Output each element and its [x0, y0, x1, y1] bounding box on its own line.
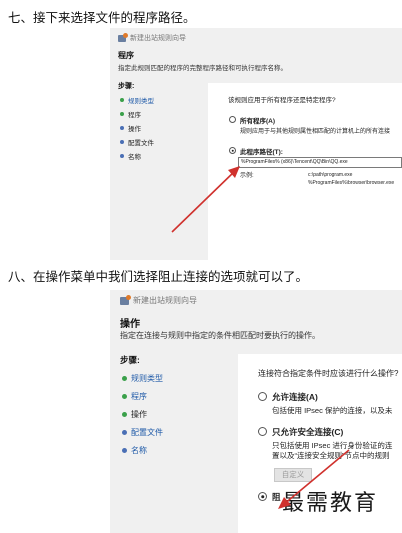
program-content-pane: 该规则应用于所有程序还是特定程序? 所有程序(A) 规则应用于与其他规则属性相匹… — [208, 83, 402, 260]
step-rule-type[interactable]: 规则类型 — [122, 373, 163, 384]
firewall-wizard-icon — [120, 294, 131, 305]
wizard-title: 新建出站规则向导 — [133, 296, 197, 305]
step-pending-icon — [120, 154, 124, 158]
program-path-input[interactable]: %ProgramFiles% (x86)\Tencent\QQ\Bin\QQ.e… — [238, 157, 402, 168]
step-name[interactable]: 名称 — [120, 151, 141, 161]
step-complete-icon — [120, 98, 124, 102]
page-title: 操作 — [120, 319, 140, 330]
step-rule-type[interactable]: 规则类型 — [120, 95, 154, 105]
step7-heading: 七、接下来选择文件的程序路径。 — [8, 11, 196, 25]
step-label: 程序 — [131, 392, 147, 401]
allow-secure-label[interactable]: 只允许安全连接(C) — [272, 426, 343, 438]
program-question: 该规则应用于所有程序还是特定程序? — [228, 97, 336, 104]
customize-button[interactable]: 自定义 — [274, 468, 312, 482]
step-label: 程序 — [128, 112, 141, 119]
allow-secure-radio[interactable] — [258, 427, 267, 436]
this-program-radio[interactable] — [229, 147, 236, 154]
step-current-icon — [120, 112, 124, 116]
step-pending-icon — [122, 448, 127, 453]
step-current-icon — [122, 412, 127, 417]
allow-connection-label[interactable]: 允许连接(A) — [272, 391, 318, 403]
page-description: 指定此规则匹配的程序的完整程序路径和可执行程序名称。 — [118, 65, 287, 72]
step-profile[interactable]: 配置文件 — [122, 427, 163, 438]
example-path: c:\path\program.exe — [308, 172, 353, 178]
firewall-wizard-icon — [118, 32, 128, 42]
step-action[interactable]: 操作 — [120, 123, 141, 133]
step-profile[interactable]: 配置文件 — [120, 137, 154, 147]
step-complete-icon — [122, 376, 127, 381]
this-program-label[interactable]: 此程序路径(T): — [240, 146, 283, 156]
step-label: 操作 — [128, 126, 141, 133]
block-connection-radio[interactable] — [258, 492, 267, 501]
wizard-title-bar: 新建出站规则向导 — [120, 294, 197, 306]
step-name[interactable]: 名称 — [122, 445, 147, 456]
step-pending-icon — [122, 430, 127, 435]
step-label: 名称 — [128, 154, 141, 161]
wizard-title-bar: 新建出站规则向导 — [118, 32, 186, 43]
step-label: 操作 — [131, 410, 147, 419]
example-path: %ProgramFiles%\browser\browser.exe — [308, 180, 395, 186]
step-program[interactable]: 程序 — [120, 109, 141, 119]
page-title: 程序 — [118, 51, 134, 60]
step-action[interactable]: 操作 — [122, 409, 147, 420]
step-label: 配置文件 — [128, 140, 154, 147]
step-complete-icon — [122, 394, 127, 399]
allow-connection-radio[interactable] — [258, 392, 267, 401]
all-programs-label[interactable]: 所有程序(A) — [240, 115, 275, 125]
page-description: 指定在连接与规则中指定的条件相匹配时要执行的操作。 — [120, 331, 320, 340]
allow-connection-description: 包括使用 IPsec 保护的连接，以及未 — [272, 406, 393, 415]
steps-label: 步骤: — [120, 355, 140, 365]
action-question: 连接符合指定条件时应该进行什么操作? — [258, 369, 399, 378]
step-label: 配置文件 — [131, 428, 163, 437]
step-pending-icon — [120, 140, 124, 144]
step-label: 规则类型 — [131, 374, 163, 383]
watermark: 最需教育 — [282, 491, 379, 516]
all-programs-description: 规则应用于与其他规则属性相匹配的计算机上的所有连接 — [240, 129, 391, 135]
step-label: 名称 — [131, 446, 147, 455]
step-pending-icon — [120, 126, 124, 130]
block-connection-label[interactable]: 阻 — [272, 491, 281, 503]
step-program[interactable]: 程序 — [122, 391, 147, 402]
program-wizard-window: 新建出站规则向导 程序 指定此规则匹配的程序的完整程序路径和可执行程序名称。 步… — [110, 28, 402, 260]
allow-secure-description: 置以及“连接安全规则”节点中的规则 — [272, 451, 390, 460]
step8-heading: 八、在操作菜单中我们选择阻止连接的选项就可以了。 — [8, 270, 309, 284]
all-programs-radio[interactable] — [229, 116, 236, 123]
steps-label: 步骤: — [118, 83, 135, 90]
example-label: 示例: — [240, 173, 254, 179]
step-label: 规则类型 — [128, 98, 154, 105]
wizard-title: 新建出站规则向导 — [130, 35, 186, 42]
